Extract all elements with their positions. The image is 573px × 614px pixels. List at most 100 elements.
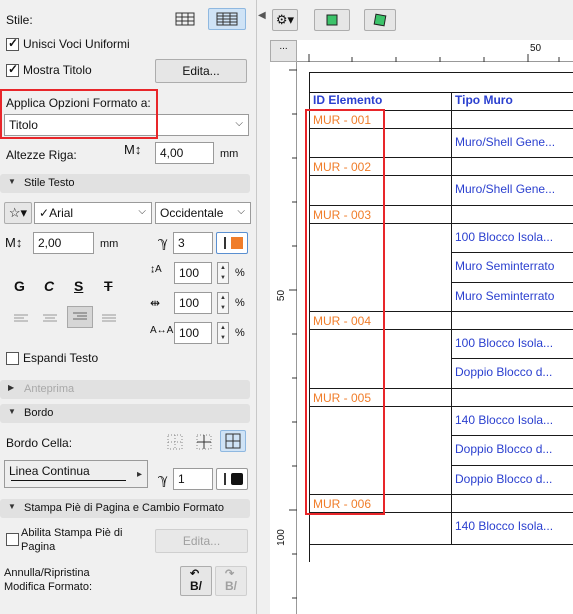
align-left-icon: [14, 314, 28, 322]
edita-stampa-button[interactable]: Edita...: [155, 529, 248, 553]
chevron-down-icon: ⌵: [235, 118, 243, 129]
align-center-button[interactable]: [37, 308, 63, 330]
char-spacing-input[interactable]: 100: [174, 322, 212, 344]
grid-icon: [175, 12, 195, 26]
header-id: ID Elemento: [313, 93, 383, 107]
unisci-label: Unisci Voci Uniformi: [23, 37, 130, 51]
redo-arrow-icon: ↷: [225, 568, 235, 580]
select-frame-button[interactable]: [314, 9, 350, 31]
select-content-button[interactable]: [364, 9, 396, 31]
unisci-checkbox[interactable]: [6, 36, 19, 51]
table-cell-type: 100 Blocco Isola...: [455, 336, 554, 350]
line-type-select[interactable]: Linea Continua ▸: [4, 460, 148, 488]
row-height-icon: M↕: [124, 142, 142, 157]
percent-1: %: [235, 267, 245, 279]
script-select[interactable]: Occidentale ⌵: [155, 202, 251, 224]
underline-button[interactable]: S: [74, 278, 83, 294]
ruler-corner-button[interactable]: ...: [270, 40, 297, 62]
abilita-checkbox[interactable]: [6, 533, 19, 546]
mostra-titolo-label: Mostra Titolo: [23, 63, 92, 77]
pen-input[interactable]: 3: [173, 232, 213, 254]
header-tipo: Tipo Muro: [455, 93, 513, 107]
stile-testo-section[interactable]: ▼ Stile Testo: [0, 174, 250, 193]
redo-text: B/: [225, 579, 237, 593]
line-spacing-stepper[interactable]: ▲ ▼: [217, 292, 229, 314]
strikethrough-button[interactable]: T: [104, 278, 113, 294]
ruler-vertical: 50 100: [270, 62, 297, 614]
abilita-label-line1: Abilita Stampa Piè di: [21, 527, 123, 539]
script-value: Occidentale: [160, 206, 224, 220]
settings-button[interactable]: ⚙▾: [272, 9, 298, 31]
star-icon: ☆▾: [8, 205, 28, 220]
row-line: [451, 435, 573, 437]
espandi-label: Espandi Testo: [23, 351, 99, 365]
bold-button[interactable]: G: [14, 278, 25, 294]
section-title: Stampa Piè di Pagina e Cambio Formato: [24, 502, 224, 514]
pen-color-button[interactable]: [216, 232, 248, 254]
gear-icon: ⚙▾: [275, 12, 295, 27]
char-spacing-stepper[interactable]: ▲ ▼: [217, 322, 229, 344]
line-color-button[interactable]: [216, 468, 248, 490]
format-options-panel: Stile: Unisci Voci Uniformi Mostra Titol…: [0, 0, 257, 614]
align-left-button[interactable]: [8, 308, 34, 330]
triangle-down-icon: ▼: [8, 177, 16, 186]
ruler-horizontal: 50: [297, 40, 573, 62]
sheet-bottom-line: [309, 544, 573, 545]
section-title: Stile Testo: [24, 177, 75, 189]
undo-format-button[interactable]: ↶ B/: [180, 566, 212, 596]
stampa-section[interactable]: ▼ Stampa Piè di Pagina e Cambio Formato: [0, 499, 250, 518]
line-spacing-input[interactable]: 100: [174, 292, 212, 314]
highlight-box: [0, 89, 158, 139]
font-size-input[interactable]: 2,00: [33, 232, 94, 254]
favorites-button[interactable]: ☆▾: [4, 202, 32, 224]
char-spacing-icon: A↔A: [150, 325, 174, 336]
chevron-down-icon: ⌵: [138, 206, 146, 217]
border-none-button[interactable]: [162, 431, 188, 453]
green-square-icon: [326, 14, 338, 26]
grid-style-1-button[interactable]: [172, 8, 198, 30]
pen-icon: ℽ: [158, 471, 169, 487]
border-all-button[interactable]: [220, 430, 246, 452]
font-select[interactable]: ✓Arial ⌵: [34, 202, 152, 224]
table-cell-type: 140 Blocco Isola...: [455, 519, 554, 533]
check-icon: ✓: [39, 206, 50, 220]
collapse-arrow-icon[interactable]: ◀: [258, 10, 266, 21]
width-factor-stepper[interactable]: ▲ ▼: [217, 262, 229, 284]
triangle-down-icon: ▼: [8, 502, 16, 511]
undo-text: B/: [190, 579, 202, 593]
pen-divider: [224, 237, 226, 249]
ruler-label-50: 50: [530, 43, 542, 54]
italic-button[interactable]: C: [44, 278, 54, 294]
pen-icon: ℽ: [158, 234, 169, 250]
row-line: [451, 252, 573, 254]
espandi-checkbox[interactable]: [6, 352, 19, 365]
line-spacing-icon: ⇹: [150, 296, 161, 310]
highlight-id-column: [305, 109, 385, 515]
altezze-input[interactable]: 4,00: [155, 142, 214, 164]
abilita-label-line2: Pagina: [21, 541, 56, 553]
ruler-label-100: 100: [275, 529, 287, 546]
table-cell-type: Muro Seminterrato: [455, 288, 555, 303]
font-height-icon: M↕: [5, 235, 23, 250]
edita-titolo-button[interactable]: Edita...: [155, 59, 247, 83]
border-inner-button[interactable]: [191, 431, 217, 453]
table-cell-type: Doppio Blocco d...: [455, 442, 553, 457]
redo-format-button[interactable]: ↷ B/: [215, 566, 247, 596]
undo-arrow-icon: ↶: [190, 568, 200, 580]
width-factor-input[interactable]: 100: [174, 262, 212, 284]
pen-divider: [224, 473, 226, 485]
pen-color-swatch: [231, 237, 243, 249]
bordo-section[interactable]: ▼ Bordo: [0, 404, 250, 423]
grid-style-2-button[interactable]: [208, 8, 246, 30]
row-line: [451, 281, 573, 283]
align-justify-button[interactable]: [96, 308, 122, 330]
anteprima-section[interactable]: ▶ Anteprima: [0, 380, 250, 399]
border-all-icon: [225, 433, 241, 449]
table-cell-type: Doppio Blocco d...: [455, 471, 553, 486]
annulla-label-line2: Modifica Formato:: [4, 581, 93, 593]
line-color-swatch: [231, 473, 243, 485]
line-pen-input[interactable]: 1: [173, 468, 213, 490]
mostra-titolo-checkbox[interactable]: [6, 62, 19, 77]
altezze-unit: mm: [220, 148, 239, 160]
align-right-button[interactable]: [67, 306, 93, 328]
